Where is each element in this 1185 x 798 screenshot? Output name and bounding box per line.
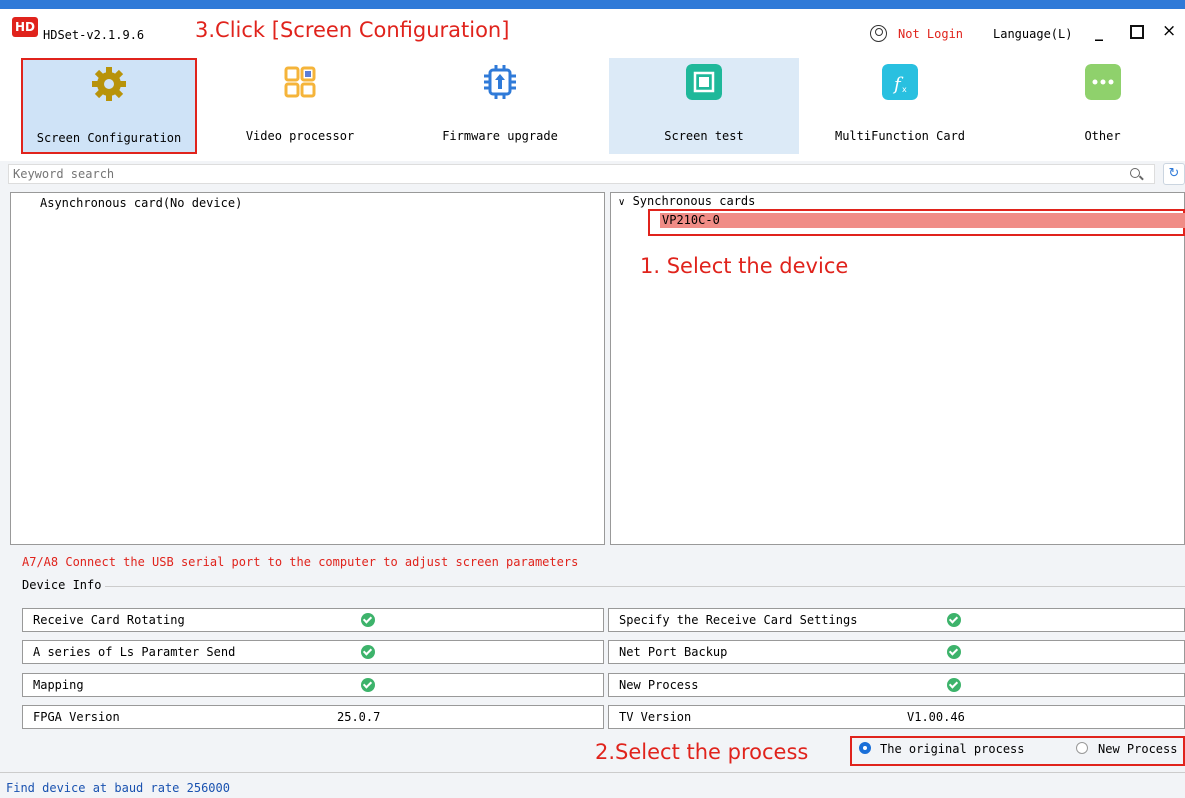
other-button[interactable]: Other: [1005, 58, 1185, 154]
screen-configuration-label: Screen Configuration: [36, 131, 182, 145]
info-label: FPGA Version: [33, 710, 120, 724]
device-list-item[interactable]: VP210C-0: [660, 213, 1185, 228]
info-label: Receive Card Rotating: [33, 613, 185, 627]
annotation-step-2: 2.Select the process: [595, 740, 809, 764]
asynchronous-card-label: Asynchronous card(No device): [40, 196, 243, 210]
device-info-row: Mapping: [22, 673, 604, 697]
info-label: A series of Ls Paramter Send: [33, 645, 236, 659]
other-label: Other: [1084, 129, 1121, 143]
gear-icon: [92, 67, 126, 101]
synchronous-cards-label: Synchronous cards: [632, 194, 756, 208]
close-icon[interactable]: ×: [1162, 21, 1176, 41]
search-icon[interactable]: [1130, 168, 1140, 178]
function-icon: f x: [882, 64, 918, 100]
check-icon: [947, 613, 961, 627]
more-icon: [1084, 64, 1121, 100]
app-title: HDSet-v2.1.9.6: [43, 28, 145, 42]
info-label: Mapping: [33, 678, 84, 692]
synchronous-cards-tree-node[interactable]: ∨ Synchronous cards: [618, 194, 755, 208]
fpga-version-value: 25.0.7: [337, 710, 381, 724]
video-processor-label: Video processor: [245, 129, 355, 143]
search-input[interactable]: [9, 165, 1117, 183]
info-label: New Process: [619, 678, 699, 692]
asynchronous-card-panel: [10, 192, 605, 545]
screen-test-label: Screen test: [664, 129, 744, 143]
screen-test-icon: [686, 64, 722, 100]
check-icon: [361, 613, 375, 627]
login-link[interactable]: Not Login: [898, 27, 963, 41]
original-process-label[interactable]: The original process: [880, 742, 1025, 756]
language-menu[interactable]: Language(L): [993, 27, 1072, 41]
info-label: Specify the Receive Card Settings: [619, 613, 858, 627]
device-info-row: A series of Ls Paramter Send: [22, 640, 604, 664]
tv-version-value: V1.00.46: [907, 710, 965, 724]
firmware-upgrade-label: Firmware upgrade: [442, 129, 558, 143]
check-icon: [361, 678, 375, 692]
screen-test-button[interactable]: Screen test: [609, 58, 799, 154]
device-info-divider: [100, 586, 1185, 587]
grid-icon: [284, 66, 316, 98]
app-logo: HD: [12, 17, 38, 37]
user-icon[interactable]: [870, 25, 887, 42]
usb-hint-text: A7/A8 Connect the USB serial port to the…: [22, 555, 579, 569]
device-info-row: Receive Card Rotating: [22, 608, 604, 632]
device-info-row: New Process: [608, 673, 1185, 697]
status-bar-text: Find device at baud rate 256000: [6, 781, 230, 795]
search-bar: [8, 164, 1155, 184]
multifunction-card-label: MultiFunction Card: [834, 129, 966, 143]
chip-upgrade-icon: [484, 65, 516, 99]
device-name: VP210C-0: [662, 213, 720, 227]
info-label: TV Version: [619, 710, 692, 724]
device-info-row: FPGA Version 25.0.7: [22, 705, 604, 729]
device-info-row: Specify the Receive Card Settings: [608, 608, 1185, 632]
device-info-row: TV Version V1.00.46: [608, 705, 1185, 729]
firmware-upgrade-button[interactable]: Firmware upgrade: [405, 58, 595, 154]
synchronous-card-panel: [610, 192, 1185, 545]
check-icon: [947, 678, 961, 692]
svg-text:x: x: [902, 85, 907, 94]
refresh-icon[interactable]: ↻: [1163, 163, 1185, 185]
annotation-step-3: 3.Click [Screen Configuration]: [195, 18, 510, 42]
video-processor-button[interactable]: Video processor: [205, 58, 395, 154]
new-process-label[interactable]: New Process: [1098, 742, 1177, 756]
device-info-row: Net Port Backup: [608, 640, 1185, 664]
multifunction-card-button[interactable]: f x MultiFunction Card: [805, 58, 995, 154]
original-process-radio[interactable]: [859, 742, 871, 754]
device-info-title: Device Info: [22, 578, 106, 592]
info-label: Net Port Backup: [619, 645, 728, 659]
check-icon: [947, 645, 961, 659]
maximize-icon[interactable]: [1130, 25, 1144, 39]
check-icon: [361, 645, 375, 659]
status-divider: [0, 772, 1185, 773]
chevron-down-icon[interactable]: ∨: [618, 197, 625, 208]
new-process-radio[interactable]: [1076, 742, 1088, 754]
annotation-step-1: 1. Select the device: [640, 254, 849, 278]
screen-configuration-button[interactable]: Screen Configuration: [21, 58, 197, 154]
minimize-icon[interactable]: _: [1095, 22, 1103, 41]
window-top-accent: [0, 0, 1185, 9]
